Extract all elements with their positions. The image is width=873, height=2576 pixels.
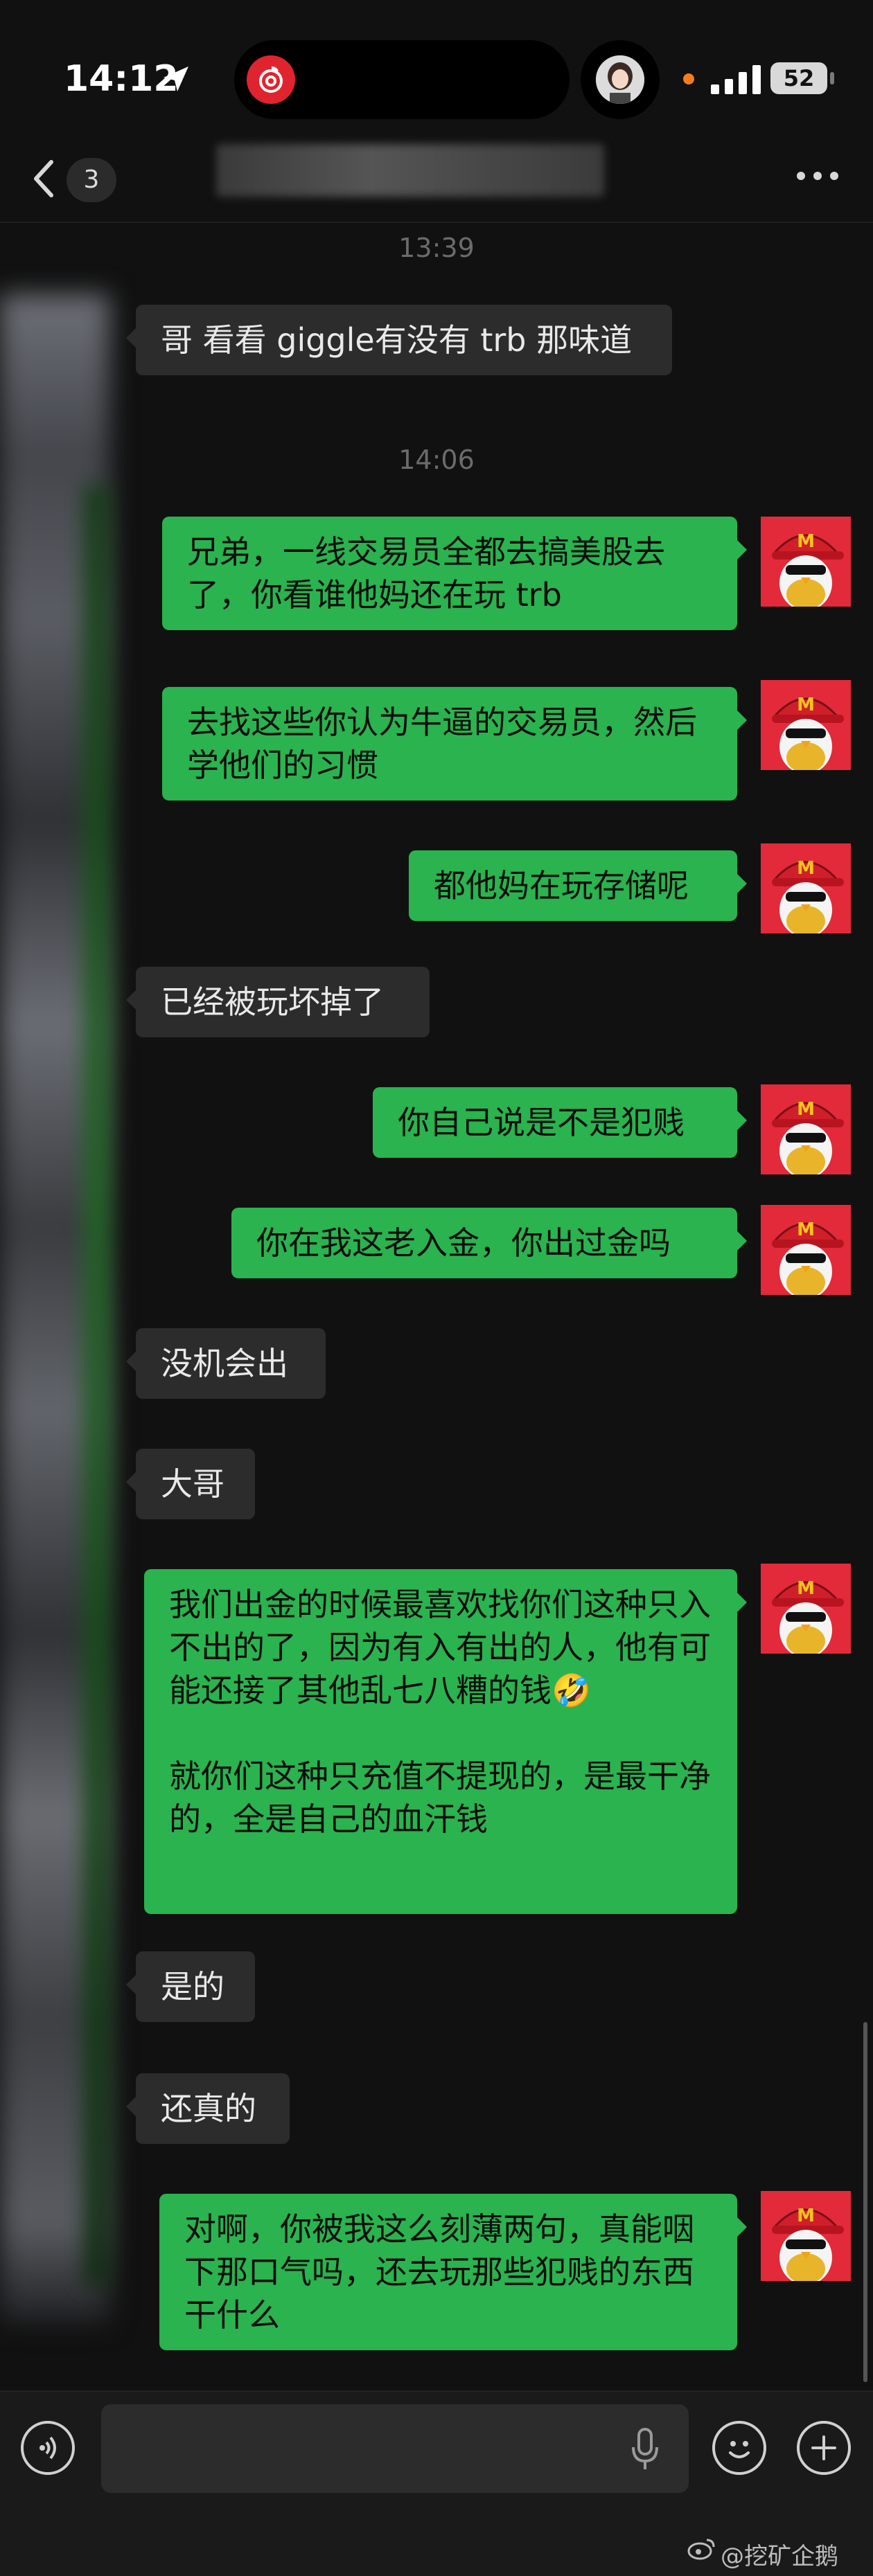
signal-icon: [711, 65, 761, 94]
chat-header: 3: [0, 137, 873, 223]
penguin-mcdonalds-avatar-icon: M: [761, 1205, 851, 1295]
penguin-mcdonalds-avatar-icon: M: [761, 843, 851, 933]
status-bar: 14:12 52: [0, 0, 873, 145]
svg-text:M: M: [797, 1219, 815, 1240]
outgoing-message[interactable]: 你在我这老入金，你出过金吗: [231, 1208, 747, 1278]
penguin-mcdonalds-avatar-icon: M: [761, 680, 851, 770]
user-avatar[interactable]: M: [761, 517, 851, 607]
penguin-mcdonalds-avatar-icon: M: [761, 1084, 851, 1174]
blurred-strip-accent: [83, 485, 111, 2285]
avatar-face-icon: [596, 55, 644, 104]
incoming-message[interactable]: 还真的: [126, 2073, 290, 2144]
user-avatar[interactable]: M: [761, 2191, 851, 2281]
penguin-mcdonalds-avatar-icon: M: [761, 1564, 851, 1654]
svg-text:M: M: [797, 1578, 815, 1599]
unread-count-badge[interactable]: 3: [67, 158, 116, 202]
more-icon[interactable]: [795, 169, 840, 183]
user-avatar[interactable]: M: [761, 1205, 851, 1295]
live-activity-avatar[interactable]: [581, 40, 660, 119]
outgoing-message[interactable]: 兄弟，一线交易员全都去搞美股去了，你看谁他妈还在玩 trb: [162, 517, 747, 630]
netease-music-icon[interactable]: [247, 55, 295, 104]
incoming-message[interactable]: 是的: [126, 1951, 255, 2022]
outgoing-message[interactable]: 我们出金的时候最喜欢找你们这种只入不出的了，因为有入有出的人，他有可能还接了其他…: [144, 1569, 747, 1914]
user-avatar[interactable]: M: [761, 843, 851, 933]
incoming-message[interactable]: 没机会出: [126, 1328, 326, 1399]
timestamp: 14:06: [398, 445, 475, 475]
outgoing-message[interactable]: 你自己说是不是犯贱: [373, 1087, 747, 1158]
svg-text:M: M: [797, 858, 815, 879]
user-avatar[interactable]: M: [761, 1564, 851, 1654]
weibo-icon: [687, 2539, 715, 2560]
message-paragraph: 就你们这种只充值不提现的，是最干净的，全是自己的血汗钱: [169, 1757, 711, 1838]
voice-icon[interactable]: [21, 2421, 75, 2475]
timestamp: 13:39: [398, 233, 475, 263]
scrollbar[interactable]: [863, 2022, 867, 2382]
location-arrow-icon: [164, 66, 188, 91]
incoming-message[interactable]: 已经被玩坏掉了: [126, 967, 430, 1037]
plus-icon[interactable]: [797, 2421, 851, 2475]
back-chevron-icon[interactable]: [28, 156, 58, 201]
penguin-mcdonalds-avatar-icon: M: [761, 517, 851, 607]
message-paragraph: 我们出金的时候最喜欢找你们这种只入不出的了，因为有入有出的人，他有可能还接了其他…: [169, 1586, 711, 1709]
incoming-message[interactable]: 哥 看看 giggle有没有 trb 那味道: [126, 305, 672, 375]
outgoing-message[interactable]: 去找这些你认为牛逼的交易员，然后学他们的习惯: [162, 687, 747, 800]
dynamic-island[interactable]: [234, 40, 570, 119]
outgoing-message[interactable]: 对啊，你被我这么刻薄两句，真能咽下那口气吗，还去玩那些犯贱的东西干什么: [159, 2194, 747, 2350]
user-avatar[interactable]: M: [761, 680, 851, 770]
watermark-text: @挖矿企鹅: [721, 2543, 838, 2570]
penguin-mcdonalds-avatar-icon: M: [761, 2191, 851, 2281]
message-input[interactable]: [101, 2404, 689, 2493]
outgoing-message[interactable]: 都他妈在玩存储呢: [409, 850, 747, 921]
battery-icon: 52: [770, 62, 827, 94]
svg-text:M: M: [797, 2206, 815, 2226]
svg-text:M: M: [797, 1099, 815, 1120]
battery-tip: [830, 72, 834, 84]
svg-text:M: M: [797, 695, 815, 715]
mic-icon[interactable]: [628, 2426, 662, 2472]
incoming-message[interactable]: 大哥: [126, 1449, 255, 1519]
emoji-icon[interactable]: [712, 2421, 766, 2475]
svg-text:M: M: [797, 531, 815, 552]
user-avatar[interactable]: M: [761, 1084, 851, 1174]
recording-dot-icon: [683, 73, 694, 84]
chat-title-blurred: [216, 144, 604, 197]
